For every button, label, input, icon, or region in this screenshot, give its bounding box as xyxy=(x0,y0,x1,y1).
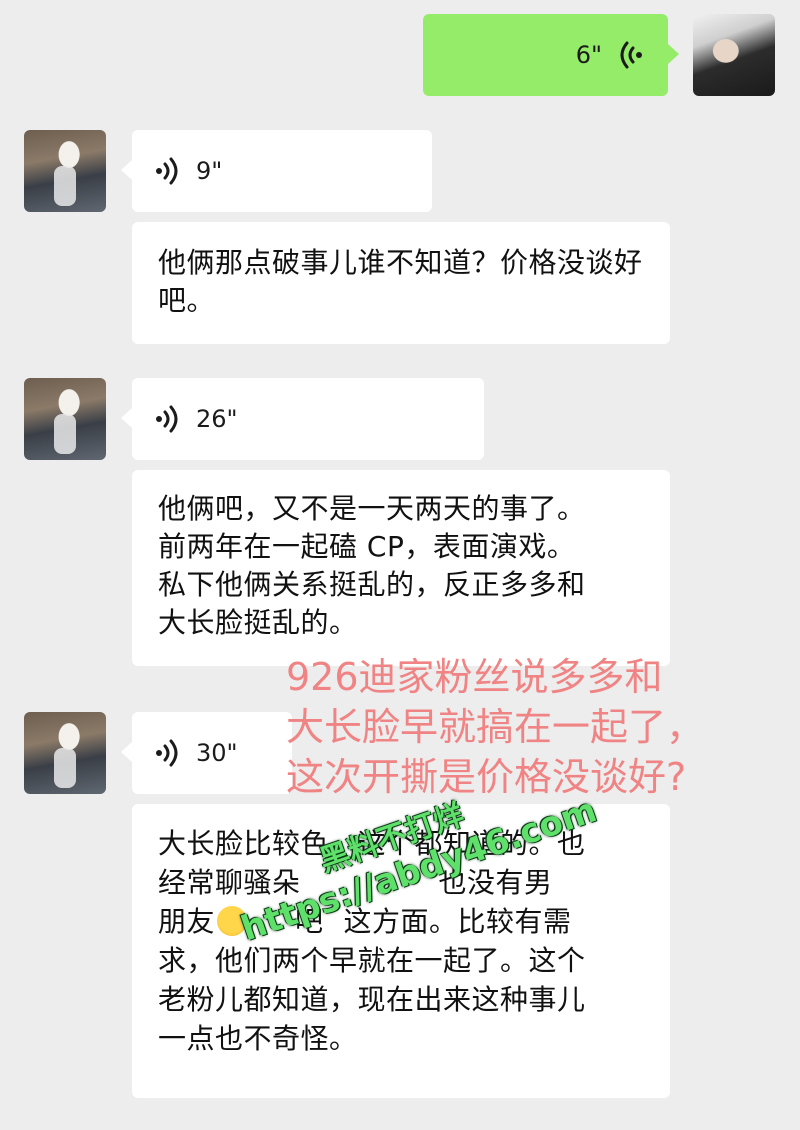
message-line: 朋友 吧这方面。比较有需 xyxy=(158,902,644,941)
message-fragment: 也没有男 xyxy=(438,866,553,899)
contact-avatar[interactable] xyxy=(24,378,106,460)
voice-wave-icon xyxy=(620,41,642,69)
message-line: 私下他俩关系挺乱的，反正多多和 xyxy=(158,568,586,601)
overlay-caption: 926迪家粉丝说多多和 大长脸早就搞在一起了， 这次开撕是价格没谈好? xyxy=(286,652,786,802)
received-voice-bubble[interactable]: 26" xyxy=(132,378,484,460)
message-line: 经常聊骚朵 也没有男 xyxy=(158,863,644,902)
message-fragment: 这方面。比较有需 xyxy=(343,905,572,938)
contact-avatar[interactable] xyxy=(24,712,106,794)
voice-duration: 9" xyxy=(196,157,223,185)
message-line: 前两年在一起磕 CP，表面演戏。 xyxy=(158,530,576,563)
bubble-tail xyxy=(121,742,132,762)
received-voice-bubble[interactable]: 30" xyxy=(132,712,292,794)
bubble-tail xyxy=(121,160,132,180)
bubble-tail xyxy=(668,44,679,64)
message-fragment: 经常聊骚朵 xyxy=(158,866,301,899)
voice-wave-icon xyxy=(156,405,178,433)
message-line: 他俩吧，又不是一天两天的事了。 xyxy=(158,492,586,525)
voice-wave-icon xyxy=(156,157,178,185)
caption-line: 大长脸早就搞在一起了， xyxy=(286,705,705,749)
voice-duration: 26" xyxy=(196,405,238,433)
message-text: 他俩那点破事儿谁不知道？价格没谈好吧。 xyxy=(158,246,643,317)
voice-duration: 30" xyxy=(196,739,238,767)
message-line: 一点也不奇怪。 xyxy=(158,1022,358,1055)
message-fragment: 朋友 xyxy=(158,905,216,938)
message-line: 老粉儿都知道，现在出来这种事儿 xyxy=(158,983,586,1016)
message-line: 大长脸比较色，这个都知道的。也 xyxy=(158,827,586,860)
received-text-bubble[interactable]: 大长脸比较色，这个都知道的。也 经常聊骚朵 也没有男 朋友 吧这方面。比较有需 求，… xyxy=(132,804,670,1098)
voice-wave-icon xyxy=(156,739,178,767)
received-text-bubble[interactable]: 他俩吧，又不是一天两天的事了。 前两年在一起磕 CP，表面演戏。 私下他俩关系挺… xyxy=(132,470,670,666)
my-avatar[interactable] xyxy=(693,14,775,96)
voice-duration: 6" xyxy=(575,41,602,69)
caption-line: 926迪家粉丝说多多和 xyxy=(286,655,663,699)
received-text-bubble[interactable]: 他俩那点破事儿谁不知道？价格没谈好吧。 xyxy=(132,222,670,344)
message-line: 求，他们两个早就在一起了。这个 xyxy=(158,944,586,977)
sent-voice-bubble[interactable]: 6" xyxy=(423,14,668,96)
message-fragment: 吧 xyxy=(295,905,324,938)
contact-avatar[interactable] xyxy=(24,130,106,212)
received-voice-bubble[interactable]: 9" xyxy=(132,130,432,212)
bubble-tail xyxy=(121,408,132,428)
emoji-icon xyxy=(217,906,248,936)
message-line: 大长脸挺乱的。 xyxy=(158,606,358,639)
caption-line: 这次开撕是价格没谈好? xyxy=(286,755,687,799)
